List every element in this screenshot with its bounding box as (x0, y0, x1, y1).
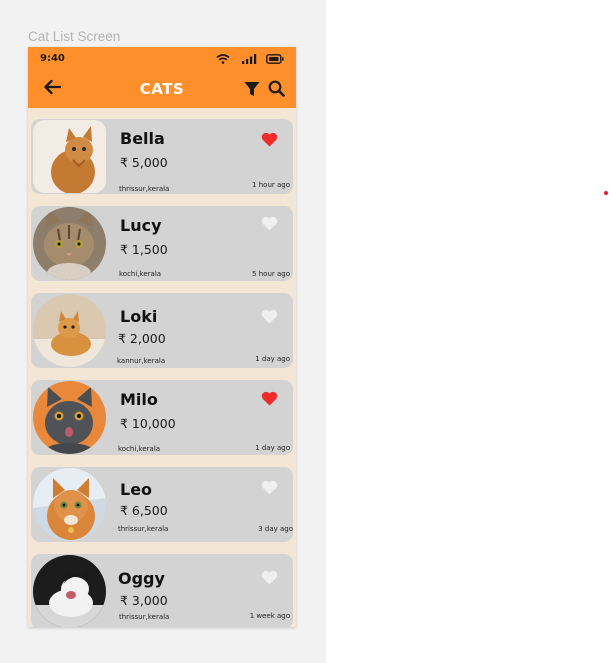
favorite-heart-icon[interactable] (261, 216, 278, 231)
cat-photo (33, 555, 106, 627)
cat-card-leo[interactable]: Leo ₹ 6,500 thrissur,kerala 3 day ago (31, 467, 293, 542)
cat-card-bella[interactable]: Bella ₹ 5,000 thrissur,kerala 1 hour ago (31, 119, 293, 194)
cat-photo (33, 207, 106, 280)
cat-posted-time: 1 hour ago (252, 181, 290, 189)
signal-icon (242, 54, 257, 64)
cat-posted-time: 1 day ago (255, 444, 290, 452)
cat-location: kochi,kerala (119, 270, 162, 278)
cat-name: Milo (120, 390, 158, 409)
cat-card-milo[interactable]: Milo ₹ 10,000 kochi,kerala 1 day ago (31, 380, 293, 455)
favorite-heart-icon[interactable] (261, 132, 278, 147)
cat-location: thrissur,kerala (119, 613, 170, 621)
cat-location: kannur,kerala (117, 357, 166, 365)
canvas-marker-dot (604, 191, 608, 195)
cat-price: ₹ 10,000 (120, 416, 176, 431)
cat-location: thrissur,kerala (118, 525, 169, 533)
search-icon[interactable] (268, 80, 285, 97)
app-bar: 9:40 CATS (28, 47, 296, 108)
filter-icon[interactable] (244, 81, 260, 97)
cat-price: ₹ 1,500 (120, 242, 168, 257)
cat-photo-image (33, 120, 106, 193)
cat-photo (33, 381, 106, 454)
cat-card-oggy[interactable]: Oggy ₹ 3,000 thrissur,kerala 1 week ago (31, 554, 293, 627)
cat-card-lucy[interactable]: Lucy ₹ 1,500 kochi,kerala 5 hour ago (31, 206, 293, 281)
cat-name: Bella (120, 129, 165, 148)
cat-location: kochi,kerala (118, 445, 161, 453)
favorite-heart-icon[interactable] (261, 480, 278, 495)
status-icons (216, 54, 286, 64)
cat-posted-time: 1 week ago (249, 612, 290, 620)
cat-name: Loki (120, 307, 158, 326)
frame-label: Cat List Screen (28, 29, 121, 44)
cat-photo (33, 294, 106, 367)
cat-photo-image (33, 555, 106, 627)
wifi-icon (216, 54, 230, 64)
cat-price: ₹ 5,000 (120, 155, 168, 170)
cat-photo (33, 120, 106, 193)
favorite-heart-icon[interactable] (261, 309, 278, 324)
cat-photo-image (33, 468, 106, 541)
cat-photo-image (33, 207, 106, 280)
cat-posted-time: 5 hour ago (252, 270, 290, 278)
battery-icon (266, 54, 284, 64)
cat-name: Leo (120, 480, 153, 499)
cat-price: ₹ 2,000 (118, 331, 166, 346)
cat-photo-image (33, 294, 106, 367)
cat-name: Oggy (118, 569, 165, 588)
cat-location: thrissur,kerala (119, 185, 170, 193)
cat-photo-image (33, 381, 106, 454)
cat-price: ₹ 6,500 (120, 503, 168, 518)
status-time: 9:40 (40, 53, 65, 64)
cat-posted-time: 1 day ago (255, 355, 290, 363)
cat-photo (33, 468, 106, 541)
cat-name: Lucy (120, 216, 162, 235)
favorite-heart-icon[interactable] (261, 570, 278, 585)
cat-posted-time: 3 day ago (258, 525, 293, 533)
cat-card-loki[interactable]: Loki ₹ 2,000 kannur,kerala 1 day ago (31, 293, 293, 368)
cat-price: ₹ 3,000 (120, 593, 168, 608)
phone-frame: 9:40 CATS Bella ₹ 5,000 thrissur,kerala … (28, 47, 296, 627)
favorite-heart-icon[interactable] (261, 391, 278, 406)
